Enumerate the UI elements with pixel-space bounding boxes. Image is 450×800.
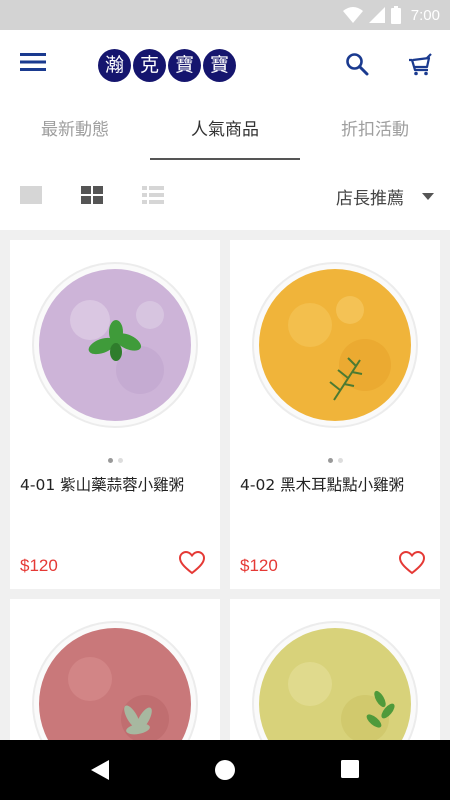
heart-icon bbox=[178, 550, 206, 575]
cart-button[interactable] bbox=[407, 52, 435, 78]
tab-discount-events[interactable]: 折扣活動 bbox=[300, 100, 450, 162]
status-time: 7:00 bbox=[410, 6, 440, 24]
image-pager-dots bbox=[230, 458, 440, 463]
list-view-button[interactable] bbox=[142, 186, 164, 204]
logo-char: 瀚 bbox=[98, 49, 131, 82]
product-card[interactable]: 4-01 紫山藥蒜蓉小雞粥 $120 bbox=[10, 240, 220, 589]
search-button[interactable] bbox=[345, 52, 371, 78]
product-image[interactable] bbox=[230, 599, 440, 740]
view-toolbar: 店長推薦 bbox=[0, 162, 450, 230]
pager-dot bbox=[327, 458, 333, 463]
back-icon[interactable] bbox=[89, 759, 111, 781]
search-icon bbox=[346, 53, 369, 76]
logo-char: 寶 bbox=[168, 49, 201, 82]
logo-char: 克 bbox=[133, 49, 166, 82]
home-icon[interactable] bbox=[214, 759, 236, 781]
sort-dropdown[interactable]: 店長推薦 bbox=[336, 184, 434, 209]
tab-latest-news[interactable]: 最新動態 bbox=[0, 100, 150, 162]
menu-button[interactable] bbox=[20, 52, 50, 78]
single-view-button[interactable] bbox=[20, 186, 42, 204]
single-view-icon bbox=[20, 186, 42, 204]
favorite-button[interactable] bbox=[178, 550, 206, 575]
product-price: $120 bbox=[20, 556, 58, 575]
system-navigation-bar bbox=[0, 740, 450, 800]
logo-char: 寶 bbox=[203, 49, 236, 82]
list-view-icon bbox=[142, 186, 164, 204]
tab-popular-products[interactable]: 人氣商品 bbox=[150, 100, 300, 162]
sort-label: 店長推薦 bbox=[336, 189, 404, 209]
product-image[interactable] bbox=[230, 240, 440, 450]
status-bar: 7:00 bbox=[0, 0, 450, 30]
shopping-cart-icon bbox=[409, 53, 432, 76]
status-icons: 7:00 bbox=[342, 6, 440, 24]
product-image[interactable] bbox=[10, 599, 220, 740]
category-tabs: 最新動態 人氣商品 折扣活動 bbox=[0, 100, 450, 162]
app-bar: 瀚 克 寶 寶 bbox=[0, 30, 450, 100]
battery-icon bbox=[390, 6, 401, 24]
grid-view-button[interactable] bbox=[81, 186, 103, 204]
grid-view-icon bbox=[81, 186, 103, 204]
recent-apps-icon[interactable] bbox=[340, 759, 360, 779]
dropdown-arrow-icon bbox=[422, 193, 434, 200]
product-card[interactable] bbox=[230, 599, 440, 740]
signal-icon bbox=[368, 7, 385, 23]
image-pager-dots bbox=[10, 458, 220, 463]
product-title[interactable]: 4-01 紫山藥蒜蓉小雞粥 bbox=[20, 473, 184, 495]
product-card[interactable]: 4-02 黑木耳點點小雞粥 $120 bbox=[230, 240, 440, 589]
pager-dot bbox=[107, 458, 113, 463]
product-card[interactable] bbox=[10, 599, 220, 740]
brand-logo[interactable]: 瀚 克 寶 寶 bbox=[98, 49, 236, 82]
product-image[interactable] bbox=[10, 240, 220, 450]
product-title[interactable]: 4-02 黑木耳點點小雞粥 bbox=[240, 473, 404, 495]
favorite-button[interactable] bbox=[398, 550, 426, 575]
heart-icon bbox=[398, 550, 426, 575]
pager-dot bbox=[117, 458, 123, 463]
product-price: $120 bbox=[240, 556, 278, 575]
wifi-icon bbox=[342, 7, 363, 23]
pager-dot bbox=[337, 458, 343, 463]
hamburger-menu-icon bbox=[20, 53, 46, 71]
